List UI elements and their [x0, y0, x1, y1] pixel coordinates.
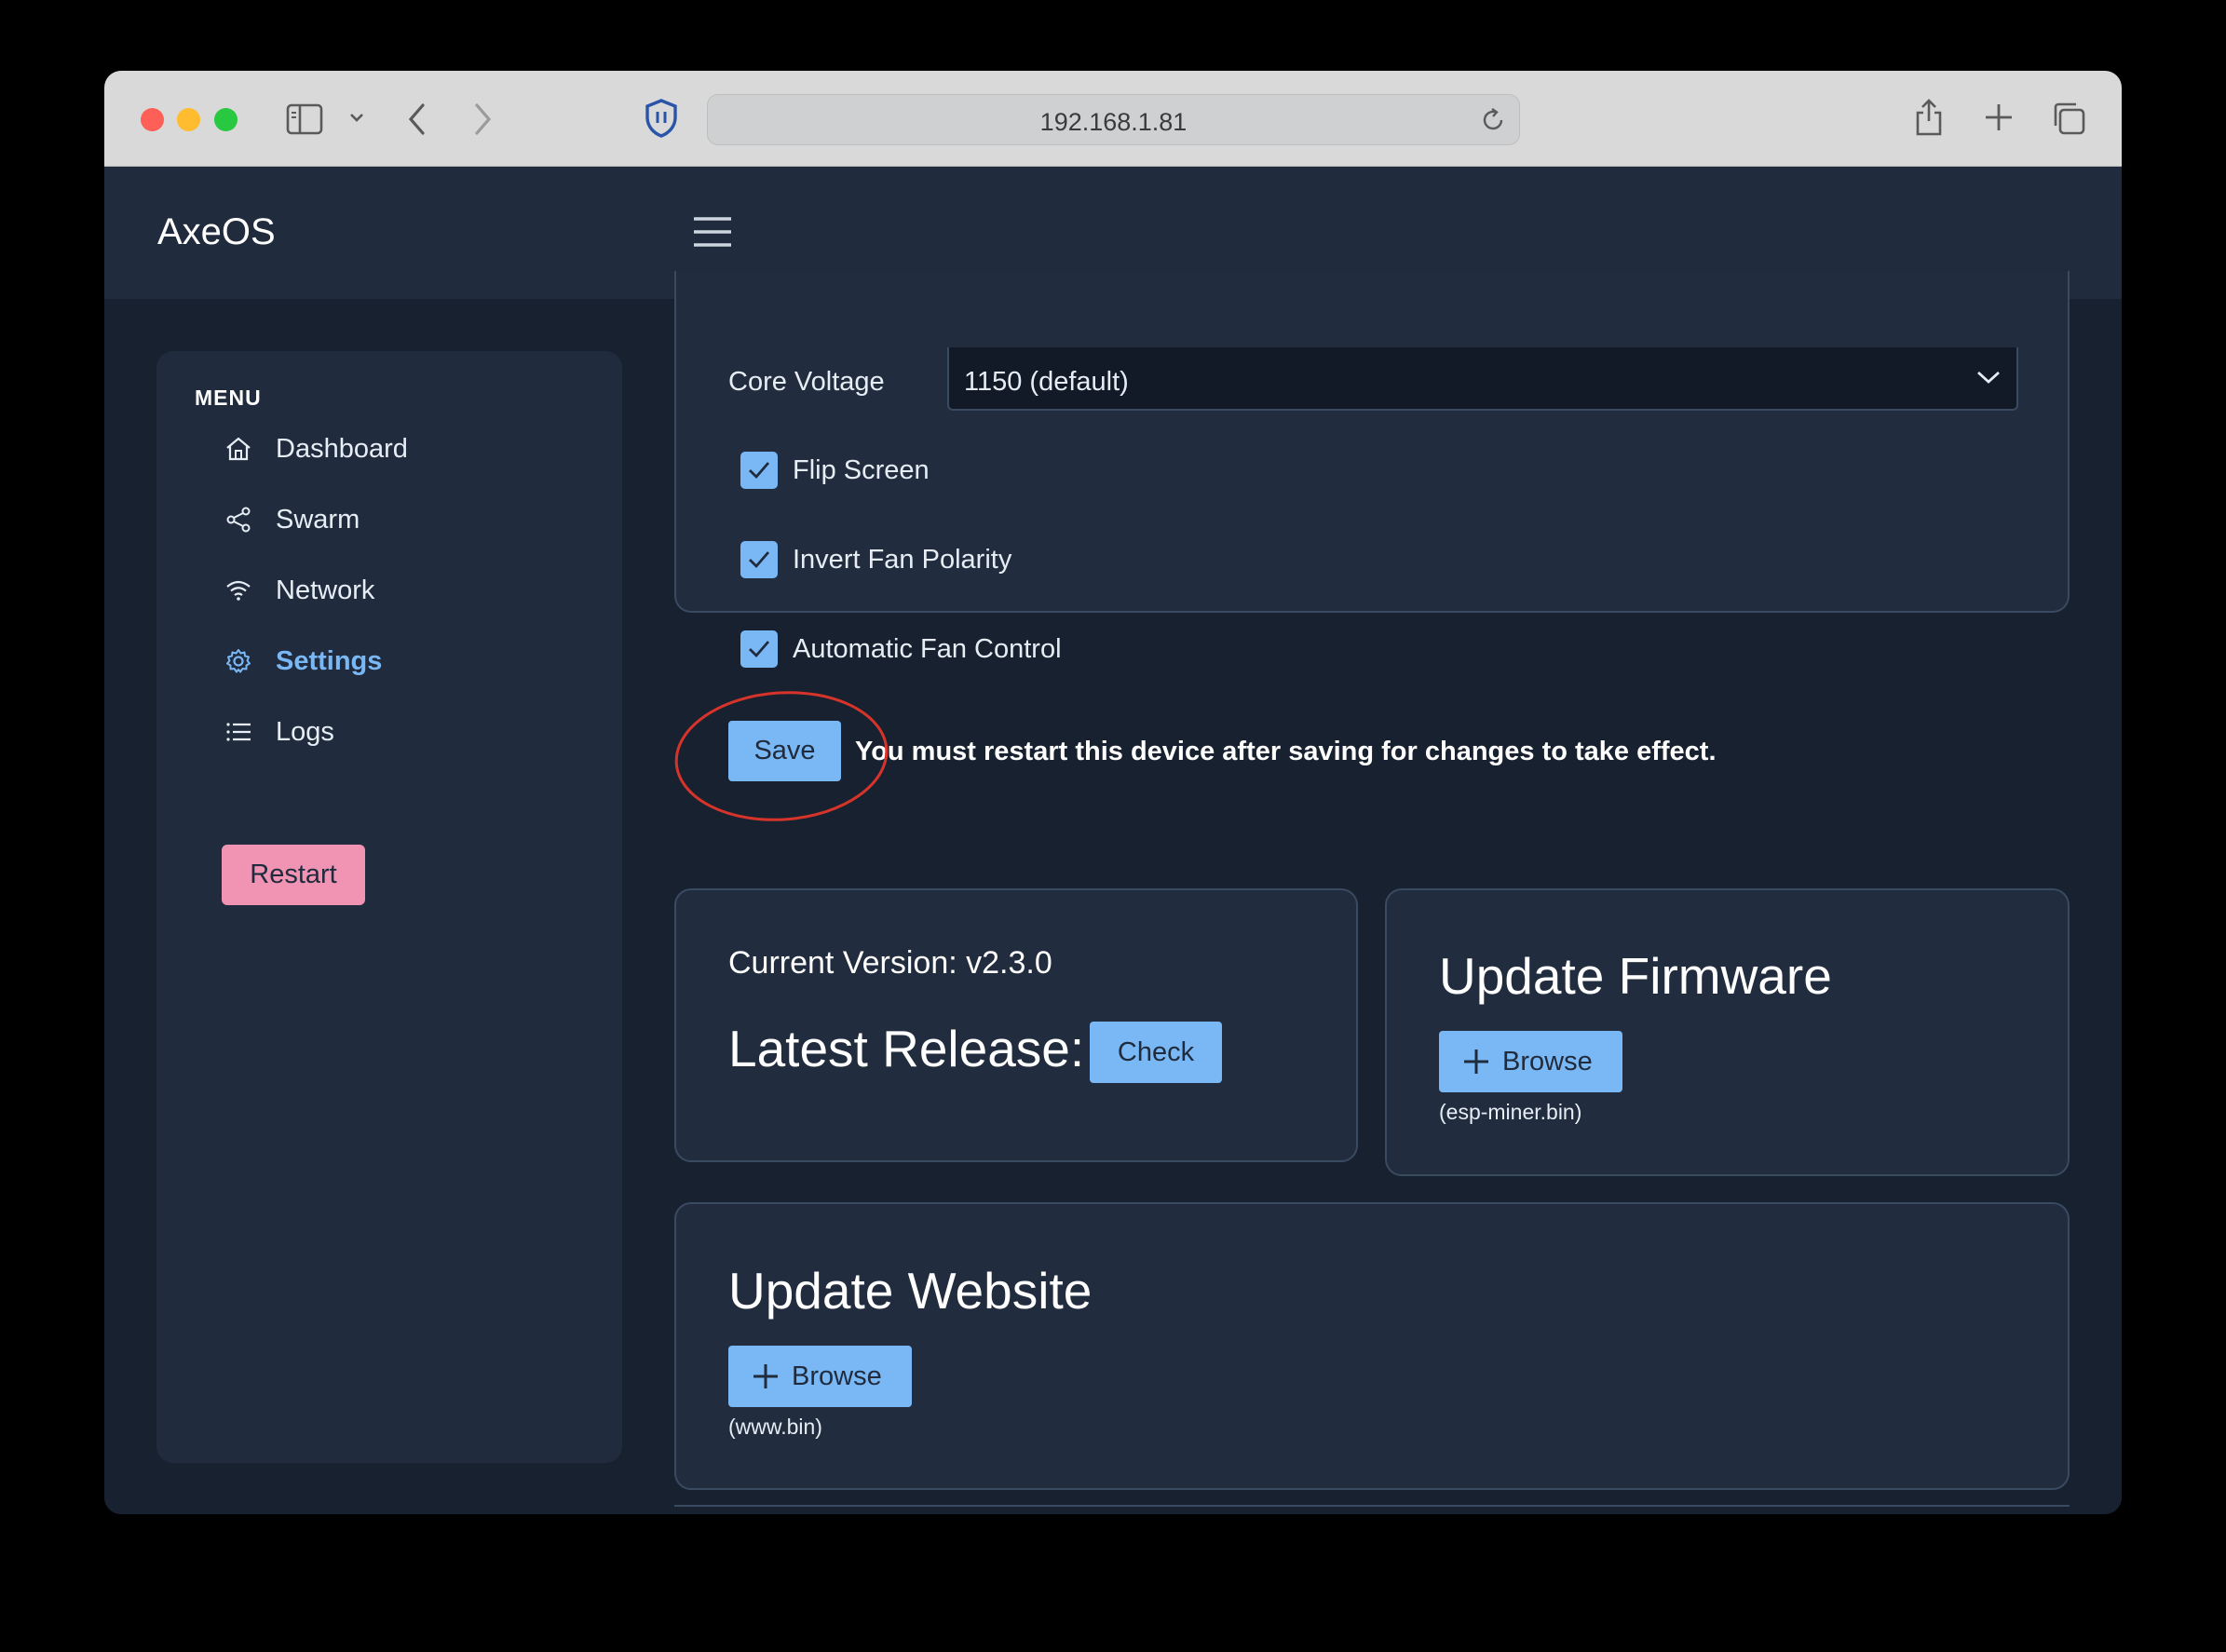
website-browse-button[interactable]: Browse [728, 1346, 912, 1407]
close-window-button[interactable] [141, 108, 164, 131]
shield-icon[interactable] [645, 99, 678, 138]
browse-label: Browse [792, 1361, 882, 1391]
automatic-fan-control-checkbox[interactable] [740, 630, 778, 668]
latest-release-label: Latest Release: [728, 1020, 1085, 1077]
current-version-text: Current Version: v2.3.0 [728, 945, 1052, 981]
gear-icon [222, 644, 255, 678]
sidebar-item-logs[interactable]: Logs [222, 709, 334, 755]
address-bar[interactable]: 192.168.1.81 [707, 94, 1520, 145]
sidebar-item-settings[interactable]: Settings [222, 638, 382, 684]
browser-toolbar: 192.168.1.81 [104, 71, 2122, 167]
sidebar-item-label: Swarm [276, 504, 360, 535]
sidebar-item-label: Network [276, 575, 375, 605]
reload-icon[interactable] [1480, 107, 1506, 138]
flip-screen-row[interactable]: Flip Screen [740, 452, 930, 489]
sidebar-item-label: Logs [276, 716, 334, 747]
invert-fan-polarity-row[interactable]: Invert Fan Polarity [740, 541, 1011, 578]
sidebar-item-label: Dashboard [276, 433, 408, 464]
hamburger-menu-icon[interactable] [692, 215, 733, 253]
main-content: MENU Dashboard Swarm Network Settings Lo… [104, 271, 2122, 1514]
tab-overview-icon[interactable] [2051, 101, 2086, 136]
core-voltage-label: Core Voltage [728, 367, 885, 397]
forward-icon[interactable] [471, 102, 494, 137]
restart-required-note: You must restart this device after savin… [855, 737, 1717, 766]
invert-fan-polarity-label: Invert Fan Polarity [793, 544, 1012, 575]
share-nodes-icon [222, 503, 255, 536]
menu-title: MENU [195, 386, 262, 410]
list-icon [222, 715, 255, 749]
home-icon [222, 432, 255, 466]
new-tab-icon[interactable] [1983, 102, 2015, 133]
wifi-icon [222, 574, 255, 607]
website-file-hint: (www.bin) [728, 1415, 822, 1439]
brand-logo-text: AxeOS [157, 211, 276, 252]
checkmark-icon [749, 462, 770, 480]
check-button[interactable]: Check [1090, 1022, 1222, 1083]
red-circle-annotation [673, 688, 906, 833]
checkmark-icon [749, 551, 770, 569]
flip-screen-checkbox[interactable] [740, 452, 778, 489]
sidebar-item-swarm[interactable]: Swarm [222, 496, 360, 543]
sidebar: MENU Dashboard Swarm Network Settings Lo… [156, 351, 622, 1463]
plus-icon [751, 1361, 780, 1391]
plus-icon [1461, 1047, 1491, 1077]
core-voltage-value: 1150 (default) [964, 367, 1129, 397]
back-icon[interactable] [406, 102, 428, 137]
firmware-file-hint: (esp-miner.bin) [1439, 1100, 1582, 1124]
chevron-down-icon[interactable] [348, 112, 365, 125]
checkmark-icon [749, 641, 770, 658]
automatic-fan-control-label: Automatic Fan Control [793, 633, 1062, 664]
sidebar-item-dashboard[interactable]: Dashboard [222, 426, 408, 472]
core-voltage-select[interactable]: 1150 (default) [947, 347, 2018, 411]
chevron-down-icon [1975, 368, 2002, 391]
divider [674, 1505, 2070, 1507]
restart-button[interactable]: Restart [222, 845, 365, 905]
browser-window: 192.168.1.81 AxeOS MENU Dashboard Swarm … [104, 71, 2122, 1514]
invert-fan-polarity-checkbox[interactable] [740, 541, 778, 578]
zoom-window-button[interactable] [214, 108, 238, 131]
update-firmware-title: Update Firmware [1439, 947, 1832, 1005]
browse-label: Browse [1502, 1046, 1593, 1077]
update-website-title: Update Website [728, 1262, 1093, 1320]
sidebar-item-network[interactable]: Network [222, 567, 374, 614]
share-icon[interactable] [1913, 97, 1945, 138]
sidebar-toggle-icon[interactable] [286, 102, 323, 136]
url-text: 192.168.1.81 [1039, 108, 1188, 136]
flip-screen-label: Flip Screen [793, 454, 930, 485]
automatic-fan-control-row[interactable]: Automatic Fan Control [740, 630, 1062, 668]
firmware-browse-button[interactable]: Browse [1439, 1031, 1622, 1092]
sidebar-item-label: Settings [276, 645, 383, 676]
minimize-window-button[interactable] [177, 108, 200, 131]
